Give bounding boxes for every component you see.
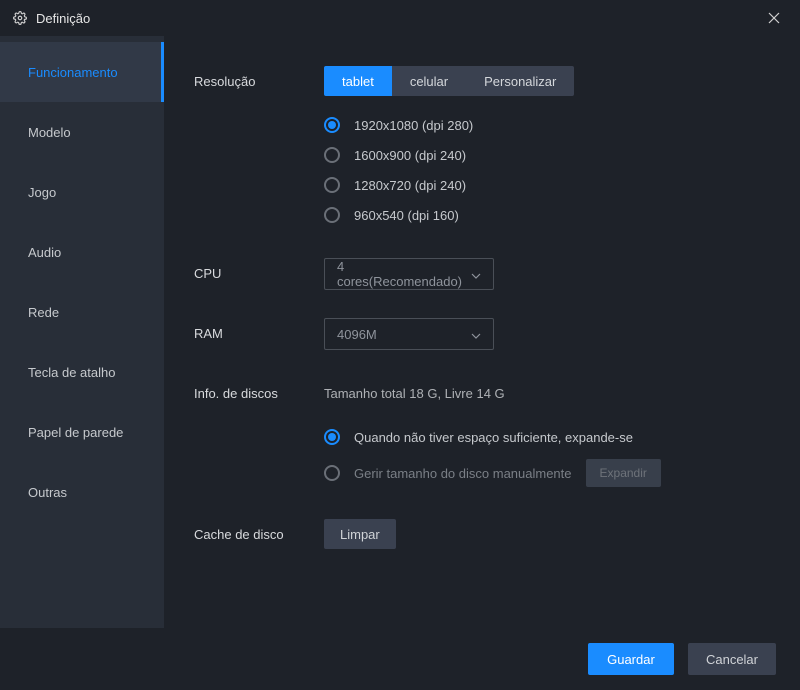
radio-label: Gerir tamanho do disco manualmente [354,466,572,481]
sidebar-item-label: Tecla de atalho [28,365,115,380]
sidebar-item-label: Rede [28,305,59,320]
sidebar-item-label: Audio [28,245,61,260]
chevron-down-icon [471,267,481,282]
disk-label: Info. de discos [194,378,324,401]
radio-label: Quando não tiver espaço suficiente, expa… [354,430,633,445]
resolution-option-1280x720[interactable]: 1280x720 (dpi 240) [324,170,776,200]
sidebar-item-audio[interactable]: Audio [0,222,164,282]
sidebar-item-label: Jogo [28,185,56,200]
titlebar: Definição [0,0,800,36]
resolution-option-1600x900[interactable]: 1600x900 (dpi 240) [324,140,776,170]
cpu-select[interactable]: 4 cores(Recomendado) [324,258,494,290]
radio-icon [324,429,340,445]
disk-option-manual[interactable]: Gerir tamanho do disco manualmente Expan… [324,455,776,491]
footer: Guardar Cancelar [0,628,800,690]
disk-size-info: Tamanho total 18 G, Livre 14 G [324,386,776,401]
close-icon [768,12,780,24]
sidebar-item-jogo[interactable]: Jogo [0,162,164,222]
cancel-button[interactable]: Cancelar [688,643,776,675]
radio-label: 960x540 (dpi 160) [354,208,459,223]
radio-icon [324,147,340,163]
sidebar-item-outras[interactable]: Outras [0,462,164,522]
sidebar-item-papel-parede[interactable]: Papel de parede [0,402,164,462]
save-button[interactable]: Guardar [588,643,674,675]
resolution-option-1920x1080[interactable]: 1920x1080 (dpi 280) [324,110,776,140]
radio-icon [324,465,340,481]
radio-label: 1920x1080 (dpi 280) [354,118,473,133]
radio-icon [324,117,340,133]
sidebar-item-tecla-atalho[interactable]: Tecla de atalho [0,342,164,402]
resolution-mode-tabs: tablet celular Personalizar [324,66,574,96]
resolution-label: Resolução [194,66,324,89]
radio-label: 1600x900 (dpi 240) [354,148,466,163]
sidebar-item-funcionamento[interactable]: Funcionamento [0,42,164,102]
radio-icon [324,177,340,193]
window-title: Definição [36,11,90,26]
chevron-down-icon [471,327,481,342]
expand-button[interactable]: Expandir [586,459,661,487]
close-button[interactable] [760,4,788,32]
disk-option-auto-expand[interactable]: Quando não tiver espaço suficiente, expa… [324,419,776,455]
sidebar-item-rede[interactable]: Rede [0,282,164,342]
ram-select-value: 4096M [337,327,377,342]
clear-cache-button[interactable]: Limpar [324,519,396,549]
ram-select[interactable]: 4096M [324,318,494,350]
tab-celular[interactable]: celular [392,66,466,96]
resolution-option-960x540[interactable]: 960x540 (dpi 160) [324,200,776,230]
ram-label: RAM [194,318,324,341]
sidebar-item-label: Papel de parede [28,425,123,440]
sidebar-item-label: Outras [28,485,67,500]
main-panel: Resolução tablet celular Personalizar 19… [164,36,800,628]
radio-icon [324,207,340,223]
sidebar-item-modelo[interactable]: Modelo [0,102,164,162]
sidebar-item-label: Modelo [28,125,71,140]
cache-label: Cache de disco [194,519,324,542]
cpu-select-value: 4 cores(Recomendado) [337,259,471,289]
tab-personalizar[interactable]: Personalizar [466,66,574,96]
tab-tablet[interactable]: tablet [324,66,392,96]
sidebar: Funcionamento Modelo Jogo Audio Rede Tec… [0,36,164,628]
cpu-label: CPU [194,258,324,281]
sidebar-item-label: Funcionamento [28,65,118,80]
settings-icon [12,10,28,26]
radio-label: 1280x720 (dpi 240) [354,178,466,193]
